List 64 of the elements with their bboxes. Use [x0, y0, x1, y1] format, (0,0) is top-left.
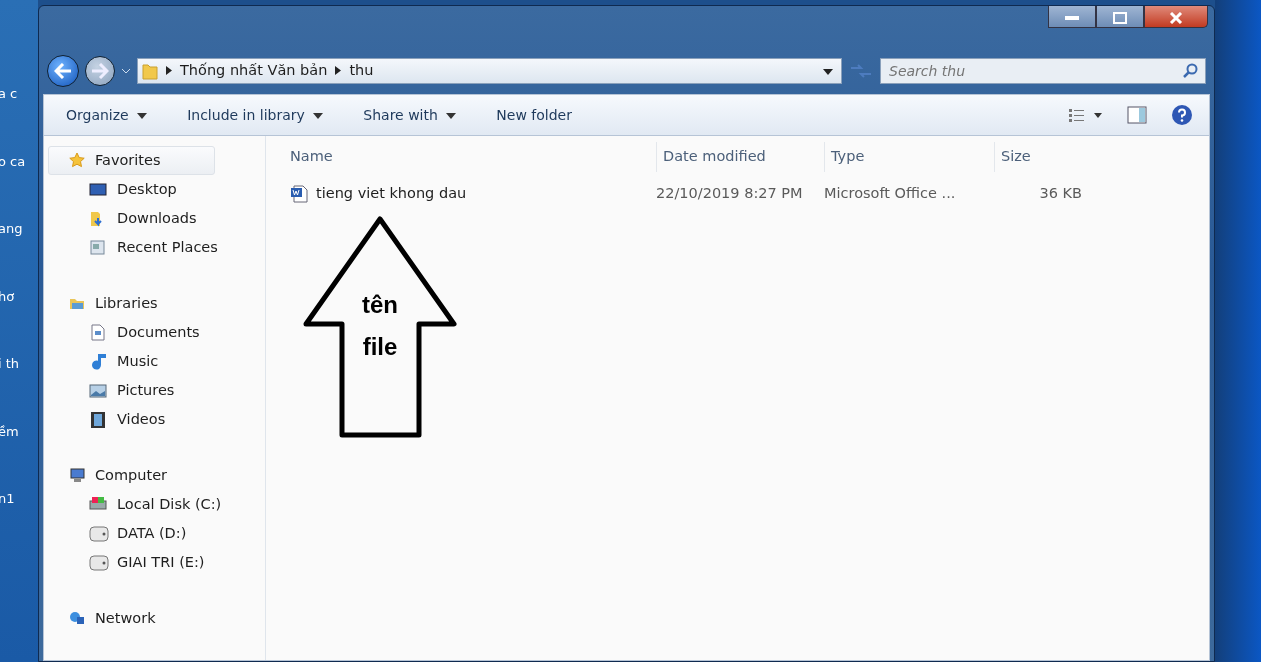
- sidebar-item[interactable]: Network: [44, 604, 157, 633]
- breadcrumb-arrow-icon[interactable]: [335, 64, 342, 78]
- maximize-button[interactable]: [1096, 6, 1144, 28]
- caret-icon: [446, 112, 457, 119]
- computer-icon: [69, 467, 87, 484]
- sidebar-item[interactable]: Local Disk (C:): [44, 490, 223, 519]
- close-icon: [1169, 11, 1183, 24]
- close-button[interactable]: [1144, 6, 1208, 28]
- view-options-icon[interactable]: [1069, 108, 1103, 122]
- toolbar-menu[interactable]: Organize: [66, 104, 148, 126]
- picture-icon: [89, 381, 109, 400]
- maximize-icon: [1113, 11, 1127, 24]
- search-field[interactable]: Search thu: [880, 58, 1206, 84]
- desktop-icon-label: n1: [0, 490, 16, 508]
- history-caret-icon: [121, 68, 131, 74]
- network-icon: [69, 610, 87, 627]
- sidebar-item[interactable]: DATA (D:): [44, 519, 223, 548]
- sidebar-item[interactable]: GIAI TRI (E:): [44, 548, 223, 577]
- preview-pane-icon[interactable]: [1127, 106, 1147, 124]
- sidebar-item[interactable]: Music: [44, 347, 201, 376]
- forward-button[interactable]: [85, 56, 115, 86]
- sidebar-item[interactable]: Downloads: [44, 204, 219, 233]
- column-header[interactable]: Type: [824, 142, 994, 172]
- caret-icon: [313, 112, 324, 119]
- desktop-icon-label: hơ: [0, 287, 16, 306]
- annotation-label: tên: [361, 290, 399, 320]
- toolbar-button[interactable]: New folder: [496, 104, 572, 126]
- breadcrumb-item[interactable]: thu: [349, 60, 374, 82]
- star-icon: [69, 152, 87, 169]
- sidebar-item[interactable]: Computer: [44, 461, 223, 490]
- sidebar-item[interactable]: Recent Places: [44, 233, 219, 262]
- desktop-icon: [89, 180, 109, 199]
- help-icon[interactable]: [1171, 104, 1193, 126]
- minimize-icon: [1065, 14, 1079, 21]
- sidebar-item[interactable]: Videos: [44, 405, 201, 434]
- breadcrumb-item[interactable]: Thống nhất Văn bản: [180, 60, 328, 82]
- forward-arrow-icon: [91, 63, 109, 79]
- size-cell-text: 36 KB: [1039, 184, 1082, 204]
- desktop-icon-label: i th: [0, 355, 21, 373]
- back-arrow-icon: [54, 63, 72, 79]
- column-header[interactable]: Date modified: [656, 142, 824, 172]
- breadcrumb-arrow-icon[interactable]: [166, 64, 172, 78]
- column-header[interactable]: Size: [994, 142, 1082, 172]
- address-bar[interactable]: Thống nhất Văn bản thu: [137, 58, 842, 84]
- type-cell: Microsoft Office ...: [824, 185, 956, 202]
- minimize-button[interactable]: [1048, 6, 1096, 28]
- toolbar-menu[interactable]: Share with: [363, 104, 457, 126]
- drive-icon: [89, 524, 109, 543]
- word-document-icon: [290, 185, 308, 203]
- caret-icon: [137, 112, 148, 119]
- file-name[interactable]: tieng viet khong dau: [316, 183, 467, 205]
- folder-icon: [142, 62, 158, 80]
- date-cell: 22/10/2019 8:27 PM: [656, 185, 803, 202]
- toolbar-menu[interactable]: Include in library: [187, 104, 324, 126]
- sidebar-item[interactable]: Libraries: [44, 289, 201, 318]
- column-header[interactable]: Name: [290, 142, 656, 172]
- annotation-label: file: [361, 332, 399, 362]
- sidebar-item[interactable]: Documents: [44, 318, 201, 347]
- music-note-icon: [89, 352, 109, 371]
- sidebar-item[interactable]: Favorites: [48, 146, 215, 175]
- sidebar-item[interactable]: Desktop: [44, 175, 219, 204]
- sidebar-item[interactable]: Pictures: [44, 376, 201, 405]
- drive-icon: [89, 553, 109, 572]
- back-button[interactable]: [47, 55, 79, 87]
